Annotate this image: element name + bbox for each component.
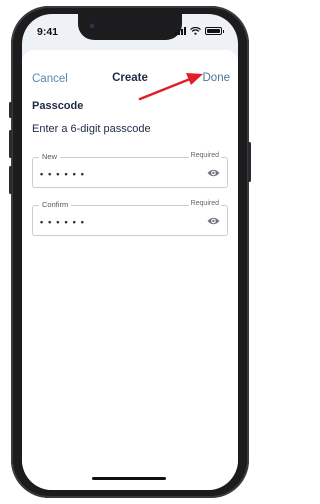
- status-bar: 9:41: [22, 14, 238, 50]
- field-label-new: New: [39, 152, 61, 161]
- create-passcode-sheet: Cancel Create Done Passcode Enter a 6-di…: [22, 50, 238, 490]
- silent-switch: [9, 102, 12, 118]
- instruction-text: Enter a 6-digit passcode: [32, 123, 151, 135]
- front-camera: [88, 22, 96, 30]
- power-button: [248, 142, 251, 182]
- eye-icon[interactable]: [207, 216, 220, 226]
- volume-down-button: [9, 166, 12, 194]
- volume-up-button: [9, 130, 12, 158]
- status-time: 9:41: [37, 26, 59, 38]
- home-indicator: [92, 477, 166, 480]
- masked-passcode-value[interactable]: ••••••: [40, 169, 89, 179]
- section-title: Passcode: [32, 100, 84, 112]
- cellular-signal-icon: [174, 27, 186, 35]
- navigation-bar: Cancel Create Done: [22, 50, 238, 85]
- battery-tip: [222, 29, 224, 33]
- done-button[interactable]: Done: [203, 72, 231, 84]
- required-indicator: Required: [188, 152, 221, 159]
- wifi-icon: [189, 27, 201, 35]
- required-indicator: Required: [188, 200, 221, 207]
- new-passcode-field[interactable]: New Required ••••••: [32, 152, 228, 188]
- masked-passcode-value[interactable]: ••••••: [40, 217, 89, 227]
- confirm-passcode-field[interactable]: Confirm Required ••••••: [32, 200, 228, 236]
- notch: [78, 14, 182, 40]
- phone-screen: 9:41 Cancel Create Done Passcode Enter a…: [22, 14, 238, 490]
- battery-icon: [204, 27, 222, 35]
- field-label-confirm: Confirm: [39, 200, 72, 209]
- status-icons: [174, 27, 224, 35]
- eye-icon[interactable]: [207, 168, 220, 178]
